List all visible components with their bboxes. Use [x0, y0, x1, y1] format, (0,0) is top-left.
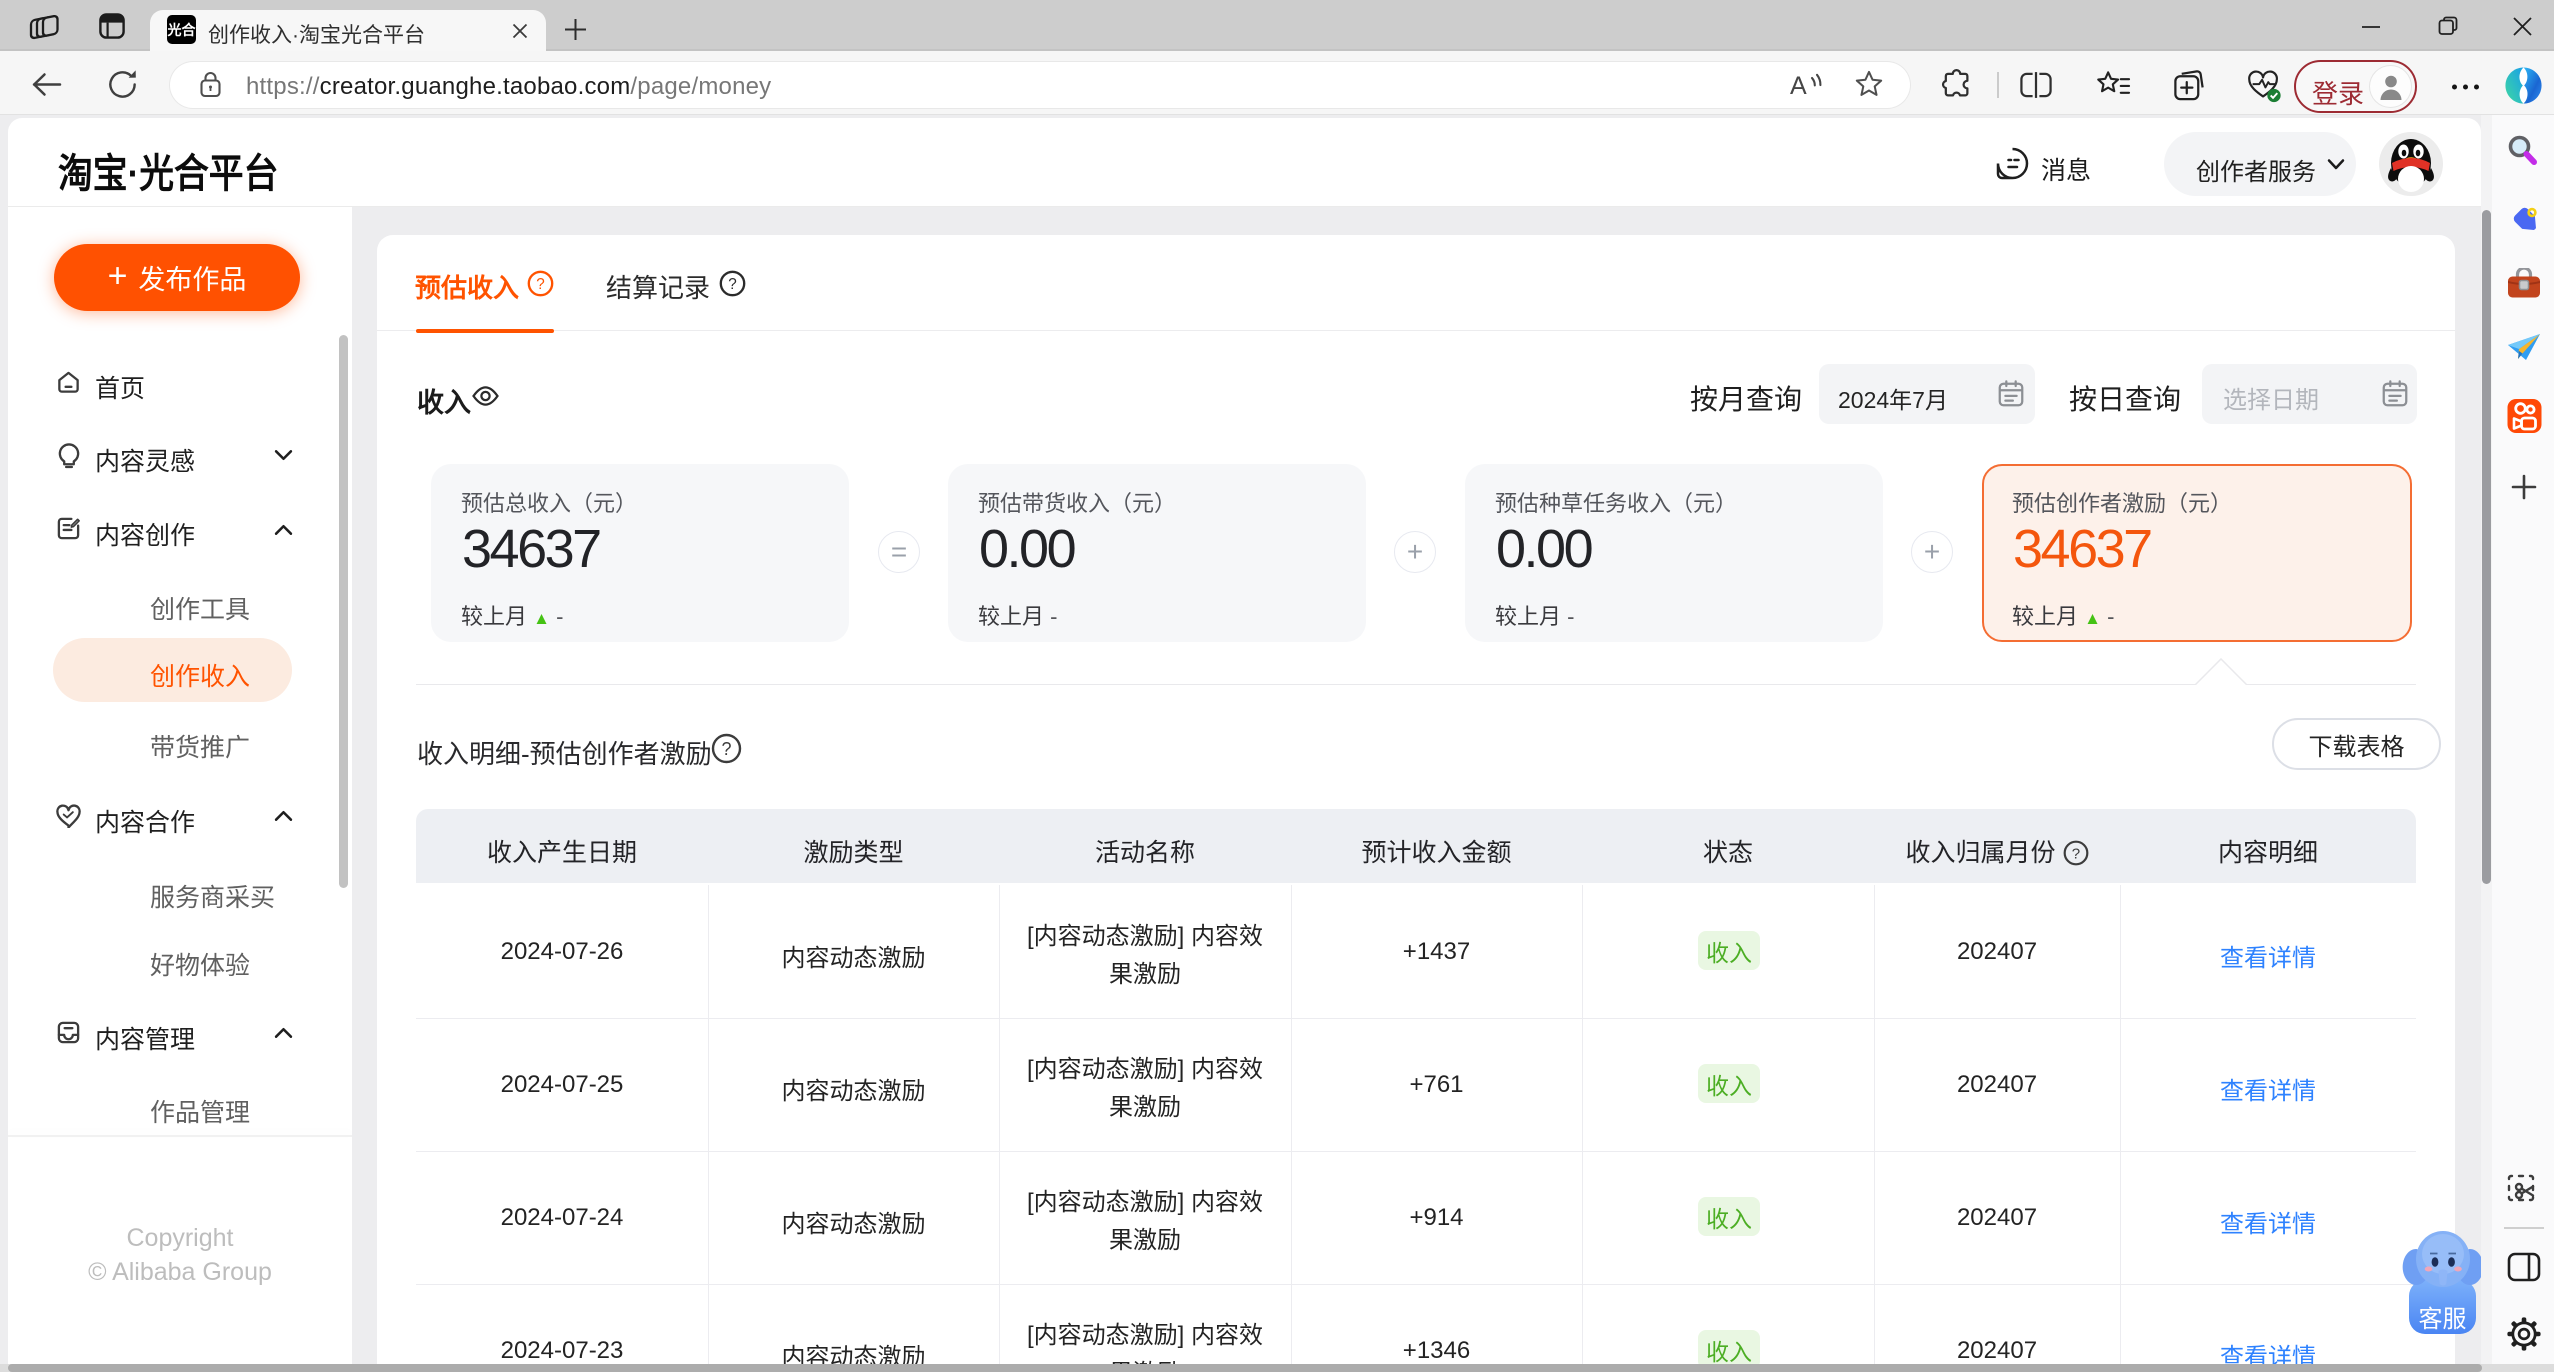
svg-text:?: ? — [2071, 845, 2079, 862]
svg-text:?: ? — [728, 276, 737, 293]
svg-text:A: A — [1790, 72, 1807, 100]
svg-text:?: ? — [721, 739, 731, 759]
svg-text:?: ? — [536, 276, 545, 293]
